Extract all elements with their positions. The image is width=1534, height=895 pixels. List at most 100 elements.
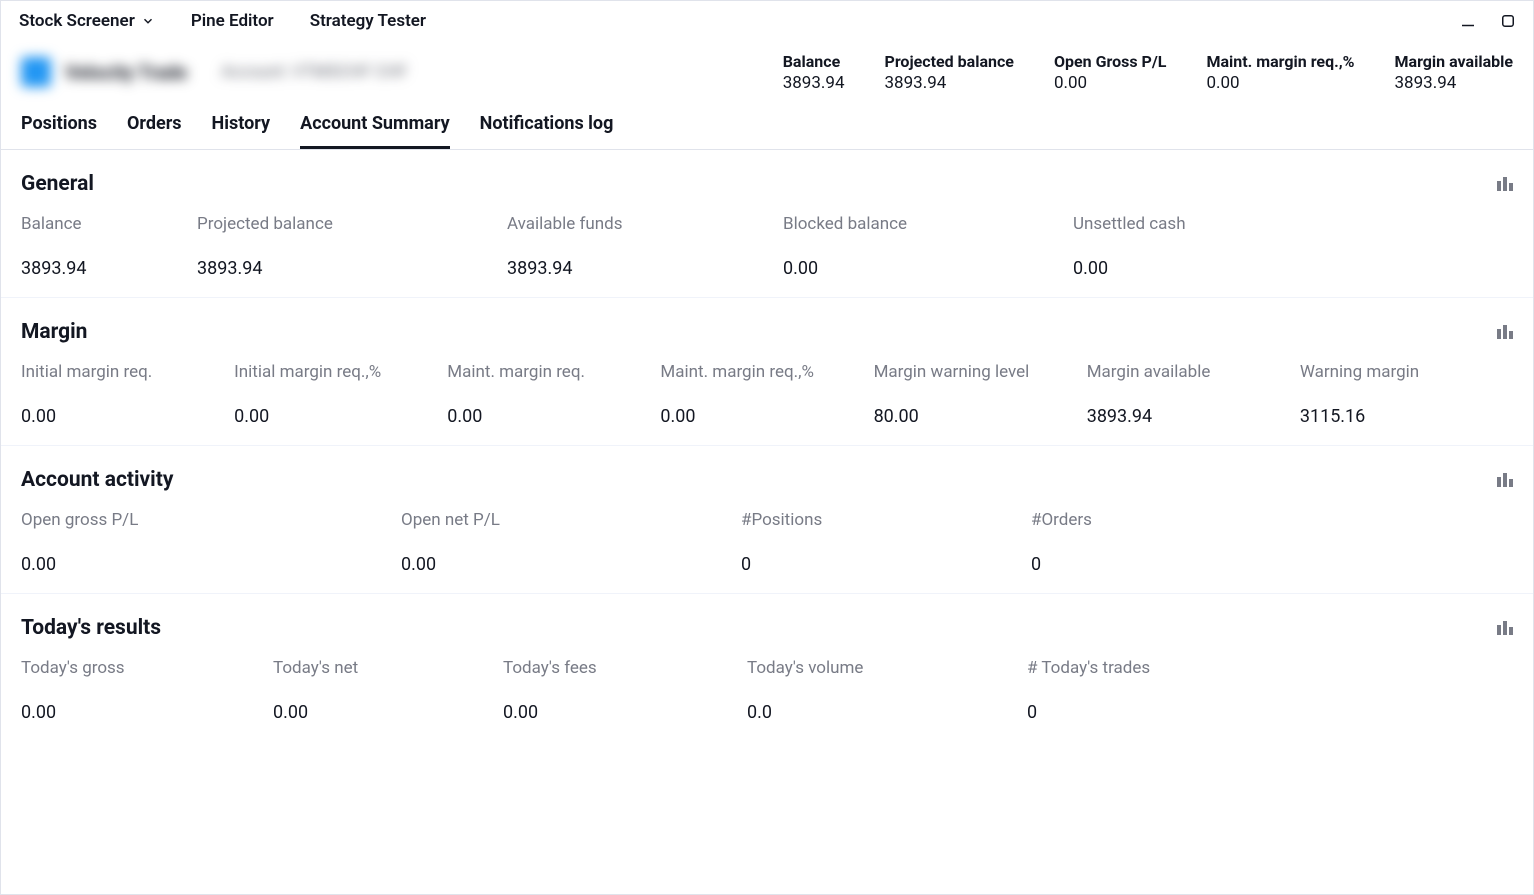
field-label: Today's gross: [21, 658, 273, 678]
tabs: Positions Orders History Account Summary…: [1, 103, 1533, 150]
field-label: Open gross P/L: [21, 510, 401, 530]
field-margin-available: Margin available 3893.94: [1087, 362, 1300, 427]
stat-maint-margin-req: Maint. margin req.,% 0.00: [1206, 52, 1354, 93]
section-header: Margin: [21, 320, 1513, 344]
bar-chart-icon[interactable]: [1497, 325, 1513, 339]
field-value: 0.00: [1073, 258, 1513, 279]
broker-logo-icon: [21, 57, 51, 87]
tab-history[interactable]: History: [212, 103, 271, 149]
field-label: Balance: [21, 214, 197, 234]
field-label: Initial margin req.: [21, 362, 234, 382]
field-unsettled-cash: Unsettled cash 0.00: [1073, 214, 1513, 279]
broker-info: Velocity Trade Account: VTMSCHF CHF: [21, 57, 408, 87]
field-label: #Orders: [1031, 510, 1513, 530]
field-todays-trades: # Today's trades 0: [1027, 658, 1513, 723]
tab-orders[interactable]: Orders: [127, 103, 182, 149]
section-title: General: [21, 172, 94, 196]
toolbar-left: Stock Screener Pine Editor Strategy Test…: [19, 11, 426, 31]
stat-label: Margin available: [1395, 52, 1514, 71]
field-todays-fees: Today's fees 0.00: [503, 658, 747, 723]
stat-open-gross-pl: Open Gross P/L 0.00: [1054, 52, 1167, 93]
field-value: 80.00: [874, 406, 1087, 427]
field-label: # Today's trades: [1027, 658, 1513, 678]
stat-label: Projected balance: [885, 52, 1014, 71]
bar-chart-icon[interactable]: [1497, 621, 1513, 635]
field-positions-count: #Positions 0: [741, 510, 1031, 575]
account-summary-content: General Balance 3893.94 Projected balanc…: [1, 150, 1533, 761]
section-header: Account activity: [21, 468, 1513, 492]
field-label: #Positions: [741, 510, 1031, 530]
bar-chart-icon[interactable]: [1497, 473, 1513, 487]
field-label: Maint. margin req.: [447, 362, 660, 382]
field-value: 3893.94: [1087, 406, 1300, 427]
section-margin: Margin Initial margin req. 0.00 Initial …: [1, 298, 1533, 446]
field-value: 0.00: [503, 702, 747, 723]
stock-screener-button[interactable]: Stock Screener: [19, 11, 155, 31]
stat-margin-available: Margin available 3893.94: [1395, 52, 1514, 93]
field-value: 0: [1031, 554, 1513, 575]
stat-projected-balance: Projected balance 3893.94: [885, 52, 1014, 93]
stat-value: 3893.94: [1395, 73, 1514, 93]
field-todays-net: Today's net 0.00: [273, 658, 503, 723]
activity-fields: Open gross P/L 0.00 Open net P/L 0.00 #P…: [21, 510, 1513, 575]
stat-label: Maint. margin req.,%: [1206, 52, 1354, 71]
field-label: Today's fees: [503, 658, 747, 678]
section-header: Today's results: [21, 616, 1513, 640]
field-value: 0.00: [21, 702, 273, 723]
account-header: Velocity Trade Account: VTMSCHF CHF Bala…: [1, 41, 1533, 103]
toolbar-right: [1457, 10, 1519, 32]
field-value: 3115.16: [1300, 406, 1513, 427]
tab-positions[interactable]: Positions: [21, 103, 97, 149]
field-maint-margin-req-pct: Maint. margin req.,% 0.00: [660, 362, 873, 427]
field-label: Today's volume: [747, 658, 1027, 678]
field-value: 0: [1027, 702, 1513, 723]
pine-editor-button[interactable]: Pine Editor: [191, 11, 274, 31]
bar-chart-icon[interactable]: [1497, 177, 1513, 191]
field-initial-margin-req: Initial margin req. 0.00: [21, 362, 234, 427]
field-blocked-balance: Blocked balance 0.00: [783, 214, 1073, 279]
field-value: 0.00: [660, 406, 873, 427]
field-value: 0.00: [273, 702, 503, 723]
field-initial-margin-req-pct: Initial margin req.,% 0.00: [234, 362, 447, 427]
field-open-gross-pl: Open gross P/L 0.00: [21, 510, 401, 575]
field-value: 3893.94: [21, 258, 197, 279]
field-label: Margin warning level: [874, 362, 1087, 382]
stat-value: 0.00: [1054, 73, 1167, 93]
stat-value: 3893.94: [783, 73, 845, 93]
stat-label: Balance: [783, 52, 845, 71]
field-label: Warning margin: [1300, 362, 1513, 382]
field-label: Blocked balance: [783, 214, 1073, 234]
maximize-button[interactable]: [1497, 10, 1519, 32]
account-stats: Balance 3893.94 Projected balance 3893.9…: [783, 52, 1513, 93]
field-todays-volume: Today's volume 0.0: [747, 658, 1027, 723]
stat-balance: Balance 3893.94: [783, 52, 845, 93]
broker-name: Velocity Trade: [65, 61, 187, 84]
tab-notifications-log[interactable]: Notifications log: [480, 103, 614, 149]
field-value: 0.00: [783, 258, 1073, 279]
field-value: 0.00: [447, 406, 660, 427]
stat-value: 0.00: [1206, 73, 1354, 93]
account-name: Account: VTMSCHF CHF: [221, 62, 408, 82]
field-value: 0.0: [747, 702, 1027, 723]
minimize-button[interactable]: [1457, 10, 1479, 32]
section-title: Account activity: [21, 468, 173, 492]
stat-label: Open Gross P/L: [1054, 52, 1167, 71]
field-value: 0.00: [401, 554, 741, 575]
section-account-activity: Account activity Open gross P/L 0.00 Ope…: [1, 446, 1533, 594]
strategy-tester-button[interactable]: Strategy Tester: [310, 11, 426, 31]
field-margin-warning-level: Margin warning level 80.00: [874, 362, 1087, 427]
chevron-down-icon: [141, 14, 155, 28]
stat-value: 3893.94: [885, 73, 1014, 93]
field-label: Projected balance: [197, 214, 507, 234]
field-open-net-pl: Open net P/L 0.00: [401, 510, 741, 575]
field-value: 3893.94: [507, 258, 783, 279]
field-label: Available funds: [507, 214, 783, 234]
field-value: 3893.94: [197, 258, 507, 279]
top-toolbar: Stock Screener Pine Editor Strategy Test…: [1, 1, 1533, 41]
field-orders-count: #Orders 0: [1031, 510, 1513, 575]
tab-account-summary[interactable]: Account Summary: [300, 103, 450, 149]
field-value: 0.00: [234, 406, 447, 427]
field-projected-balance: Projected balance 3893.94: [197, 214, 507, 279]
field-label: Maint. margin req.,%: [660, 362, 873, 382]
today-fields: Today's gross 0.00 Today's net 0.00 Toda…: [21, 658, 1513, 723]
